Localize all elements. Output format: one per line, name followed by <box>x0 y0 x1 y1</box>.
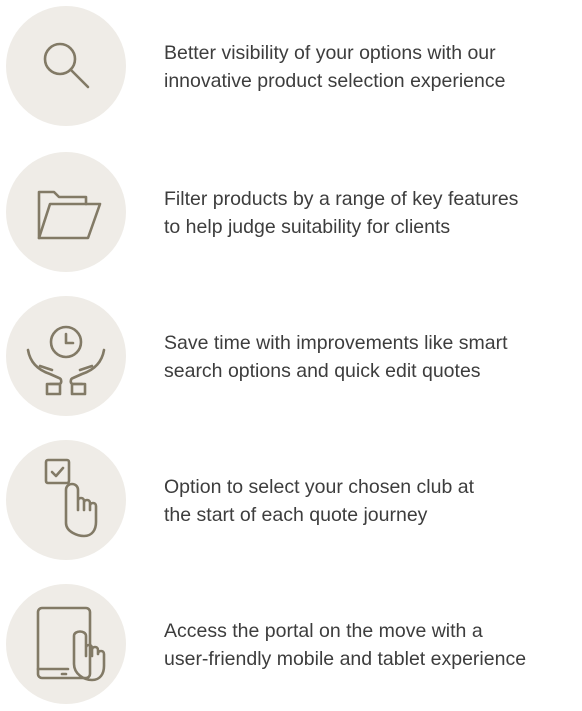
feature-text: Filter products by a range of key featur… <box>164 188 519 238</box>
hand-on-tablet-icon <box>6 584 126 704</box>
folder-icon <box>6 152 126 272</box>
feature-list: Better visibility of your options with o… <box>0 0 582 711</box>
magnifying-glass-icon <box>6 6 126 126</box>
feature-item-filter: Filter products by a range of key featur… <box>0 152 582 272</box>
feature-item-select-club: Option to select your chosen club at the… <box>0 440 582 560</box>
hands-holding-clock-icon <box>6 296 126 416</box>
feature-item-visibility: Better visibility of your options with o… <box>0 6 582 126</box>
feature-item-save-time: Save time with improvements like smart s… <box>0 296 582 416</box>
feature-text: Access the portal on the move with a use… <box>164 620 527 670</box>
feature-text: Better visibility of your options with o… <box>164 42 506 92</box>
feature-text: Save time with improvements like smart s… <box>164 332 508 382</box>
feature-text: Option to select your chosen club at the… <box>164 476 475 526</box>
finger-pressing-checkbox-icon <box>6 440 126 560</box>
feature-item-mobile-access: Access the portal on the move with a use… <box>0 584 582 704</box>
